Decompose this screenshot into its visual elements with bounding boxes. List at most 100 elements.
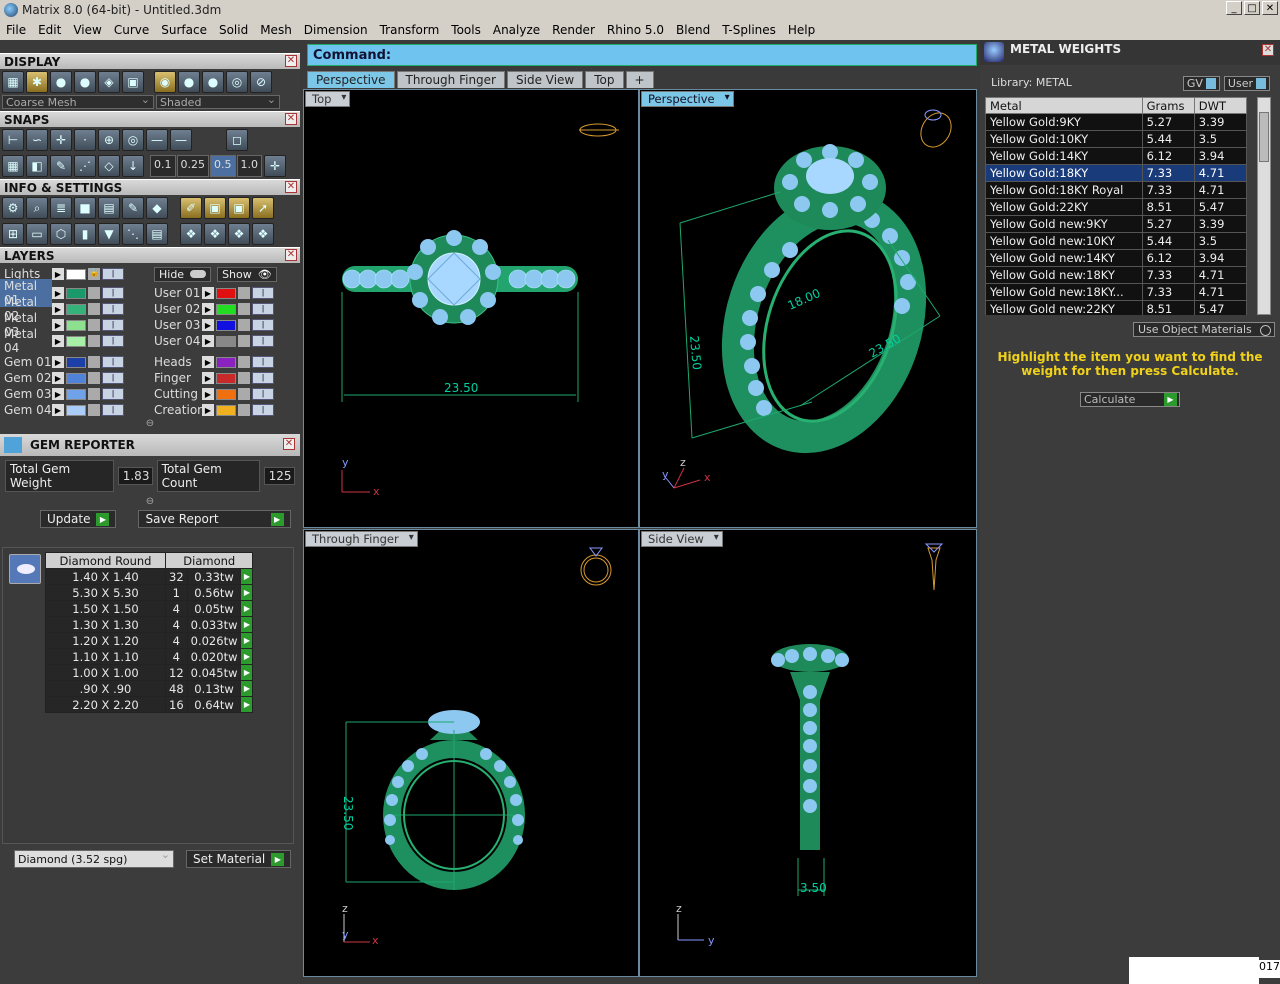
lock-icon[interactable] [238, 335, 250, 347]
table-row[interactable]: Yellow Gold:9KY 5.27 3.39 [985, 113, 1248, 131]
table-row[interactable]: Yellow Gold:10KY 5.44 3.5 [985, 130, 1248, 148]
layer-name[interactable]: Finger [150, 371, 202, 385]
lock-icon[interactable] [238, 303, 250, 315]
perp-snap-icon[interactable]: — [146, 129, 168, 151]
visible-icon[interactable]: ǀ [252, 303, 274, 315]
visible-icon[interactable]: ǀ [102, 356, 124, 368]
table-row[interactable]: Yellow Gold new:18KY... 7.33 4.71 [985, 283, 1248, 301]
table-row[interactable]: 1.40 X 1.40 32 0.33tw ▶ [45, 568, 254, 585]
layer-row[interactable]: User 03 ▶ ǀ [150, 317, 300, 333]
mesh-select[interactable]: Coarse Mesh [2, 93, 154, 109]
table-row[interactable]: 1.30 X 1.30 4 0.033tw ▶ [45, 616, 254, 633]
end-snap-icon[interactable]: ⊢ [2, 129, 24, 151]
menu-t-splines[interactable]: T-Splines [716, 23, 782, 37]
mid-snap-icon[interactable]: · [74, 129, 96, 151]
arrow-icon[interactable]: ▶ [52, 303, 64, 315]
layer-color-swatch[interactable] [216, 319, 236, 331]
menu-analyze[interactable]: Analyze [487, 23, 546, 37]
layer-name[interactable]: Gem 01 [0, 355, 52, 369]
go-icon[interactable]: ▶ [240, 584, 254, 601]
layer-name[interactable]: Cutting [150, 387, 202, 401]
layer-row[interactable]: User 04 ▶ ǀ [150, 333, 300, 349]
brush-icon[interactable]: ✐ [180, 197, 202, 219]
visible-icon[interactable]: ǀ [252, 319, 274, 331]
grid-snap-icon[interactable]: ▦ [2, 155, 24, 177]
notes-icon[interactable]: ✎ [122, 197, 144, 219]
arrow-icon[interactable]: ▶ [52, 335, 64, 347]
table-row[interactable]: 5.30 X 5.30 1 0.56tw ▶ [45, 584, 254, 601]
snap-value-1[interactable]: 0.25 [176, 155, 209, 177]
arrow-icon[interactable]: ▶ [202, 372, 214, 384]
xray-icon[interactable]: ◎ [226, 71, 248, 93]
table-row[interactable]: Yellow Gold new:10KY 5.44 3.5 [985, 232, 1248, 250]
visible-icon[interactable]: ǀ [252, 388, 274, 400]
layer-row[interactable]: Creation ▶ ǀ [150, 402, 300, 418]
arrow-icon[interactable]: ▶ [52, 356, 64, 368]
viewport-top[interactable]: Top 23.50 yx [303, 89, 639, 528]
collapse-icon[interactable]: ⊖ [0, 418, 300, 430]
arrow-icon[interactable]: ▶ [202, 319, 214, 331]
near-snap-icon[interactable]: ∽ [26, 129, 48, 151]
layer-name[interactable]: User 02 [150, 302, 202, 316]
set-material-button[interactable]: Set Material ▶ [186, 850, 292, 868]
center-snap-icon[interactable]: ⊕ [98, 129, 120, 151]
arrow-icon[interactable]: ▶ [202, 356, 214, 368]
layers-icon[interactable]: ≣ [50, 197, 72, 219]
tab-perspective[interactable]: Perspective [307, 71, 395, 88]
lock-icon[interactable] [238, 372, 250, 384]
go-icon[interactable]: ▶ [240, 632, 254, 649]
table-row[interactable]: 1.20 X 1.20 4 0.026tw ▶ [45, 632, 254, 649]
layer-color-swatch[interactable] [66, 287, 86, 299]
close-icon[interactable]: ✕ [1262, 44, 1274, 56]
layer-name[interactable]: User 03 [150, 318, 202, 332]
render-sphere-icon[interactable]: ● [50, 71, 72, 93]
select-icon[interactable]: ⋱ [122, 223, 144, 245]
material-select[interactable]: Diamond (3.52 spg) [14, 848, 174, 868]
arrow-icon[interactable]: ▶ [202, 404, 214, 416]
gold-ring-icon[interactable]: ◉ [154, 71, 176, 93]
metal-scrollbar[interactable] [1257, 97, 1271, 315]
wireframe-icon[interactable]: ▦ [2, 71, 24, 93]
arrow-icon[interactable]: ▶ [52, 319, 64, 331]
layer-color-swatch[interactable] [216, 335, 236, 347]
layer-name[interactable]: Gem 03 [0, 387, 52, 401]
go-icon[interactable]: ▶ [240, 568, 254, 585]
lock-icon[interactable] [238, 356, 250, 368]
visible-icon[interactable]: ǀ [102, 319, 124, 331]
menu-blend[interactable]: Blend [670, 23, 716, 37]
calculate-button[interactable]: Calculate ▶ [1080, 392, 1180, 407]
layer-name[interactable]: Metal 04 [0, 327, 52, 355]
ortho-icon[interactable]: ◇ [98, 155, 120, 177]
snap-value-2[interactable]: 0.5 [210, 155, 236, 177]
lock-icon[interactable] [238, 287, 250, 299]
menu-view[interactable]: View [67, 23, 107, 37]
off-icon[interactable]: ⊘ [250, 71, 272, 93]
arrow-icon[interactable]: ▶ [52, 404, 64, 416]
save-report-button[interactable]: Save Report ▶ [138, 510, 291, 528]
close-icon[interactable]: ✕ [285, 113, 297, 125]
arrow-icon[interactable]: ▶ [52, 372, 64, 384]
table-row[interactable]: Yellow Gold:18KY Royal 7.33 4.71 [985, 181, 1248, 199]
tab-side-view[interactable]: Side View [507, 71, 584, 88]
table-row[interactable]: Yellow Gold:18KY 7.33 4.71 [985, 164, 1248, 182]
menu-curve[interactable]: Curve [108, 23, 155, 37]
layer-row[interactable]: Gem 02 ▶ ǀ [0, 370, 150, 386]
show-button[interactable]: Show 👁 [217, 266, 277, 282]
use-object-materials-toggle[interactable]: Use Object Materials [1133, 322, 1275, 337]
go-icon[interactable]: ▶ [240, 680, 254, 697]
user-toggle[interactable]: User [1223, 76, 1270, 91]
update-button[interactable]: Update ▶ [40, 510, 117, 528]
layer-row[interactable]: Gem 01 ▶ ǀ [0, 354, 150, 370]
visible-icon[interactable]: ǀ [102, 388, 124, 400]
arrow-icon[interactable]: ▶ [52, 287, 64, 299]
lock-icon[interactable] [88, 372, 100, 384]
table-row[interactable]: 1.50 X 1.50 4 0.05tw ▶ [45, 600, 254, 617]
layer-color-swatch[interactable] [66, 356, 86, 368]
shaded-sphere-icon[interactable]: ● [74, 71, 96, 93]
layer-row[interactable]: Finger ▶ ǀ [150, 370, 300, 386]
layer-row[interactable]: User 02 ▶ ǀ [150, 301, 300, 317]
go-icon[interactable]: ▶ [240, 616, 254, 633]
lock-icon[interactable] [88, 356, 100, 368]
layer-color-swatch[interactable] [66, 388, 86, 400]
point-snap-icon[interactable]: ✛ [50, 129, 72, 151]
